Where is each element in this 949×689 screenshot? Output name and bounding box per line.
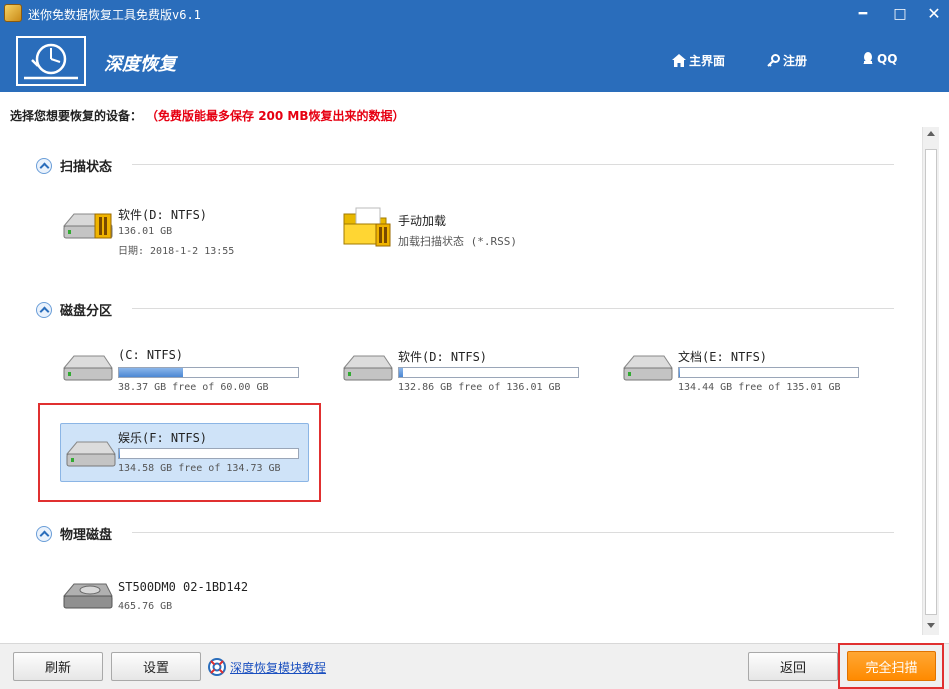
section-scan-status[interactable]: 扫描状态: [36, 156, 112, 175]
scan-state-date: 日期: 2018-1-2 13:55: [118, 246, 235, 257]
section-divider: [132, 164, 894, 165]
disk-name: ST500DM0 02-1BD142: [118, 580, 249, 594]
minimize-button[interactable]: ━: [851, 4, 875, 24]
partition-name: (C: NTFS): [118, 348, 184, 362]
partition-e[interactable]: 文档(E: NTFS) 134.44 GB free of 135.01 GB: [620, 346, 870, 398]
collapse-icon[interactable]: [36, 157, 52, 174]
physical-disk-0[interactable]: ST500DM0 02-1BD142 465.76 GB: [60, 578, 320, 618]
vertical-scrollbar[interactable]: [922, 127, 939, 635]
partition-f-selected[interactable]: 娱乐(F: NTFS) 134.58 GB free of 134.73 GB: [60, 423, 309, 482]
scroll-down-icon[interactable]: [927, 623, 935, 628]
manual-load-name: 手动加载: [398, 214, 447, 228]
nav-home[interactable]: 主界面: [672, 52, 725, 69]
brand-title: 深度恢复: [104, 54, 176, 75]
usage-bar: [678, 367, 859, 378]
help-lifebuoy-icon: [208, 658, 226, 676]
partition-free: 134.58 GB free of 134.73 GB: [118, 463, 281, 474]
maximize-button[interactable]: □: [888, 4, 912, 24]
app-window: 迷你免数据恢复工具免费版v6.1 ━ □ ✕ 深度恢复 主界面 注册 QQ 选择…: [0, 0, 949, 689]
drive-warning-icon: [62, 213, 113, 239]
hard-drive-icon: [62, 355, 113, 381]
usage-bar: [118, 448, 299, 459]
app-logo-icon: [4, 4, 22, 22]
section-divider: [132, 532, 894, 533]
scroll-up-icon[interactable]: [927, 131, 935, 136]
partition-name: 文档(E: NTFS): [678, 350, 768, 364]
partition-free: 132.86 GB free of 136.01 GB: [398, 382, 561, 393]
usage-bar: [398, 367, 579, 378]
key-icon: [767, 54, 780, 67]
window-title: 迷你免数据恢复工具免费版v6.1: [28, 8, 201, 22]
scan-state-name: 软件(D: NTFS): [118, 208, 208, 222]
refresh-button[interactable]: 刷新: [13, 652, 103, 681]
hard-drive-icon: [342, 355, 393, 381]
collapse-icon[interactable]: [36, 525, 52, 542]
settings-button[interactable]: 设置: [111, 652, 201, 681]
disk-size: 465.76 GB: [118, 601, 173, 612]
tutorial-link-wrap[interactable]: 深度恢复模块教程: [208, 658, 326, 676]
physical-disk-icon: [62, 583, 113, 609]
home-icon: [672, 54, 686, 67]
section-scan-status-title: 扫描状态: [60, 160, 113, 175]
hard-drive-icon: [622, 355, 673, 381]
nav-register[interactable]: 注册: [767, 52, 807, 69]
recovery-logo-icon: [16, 36, 86, 86]
close-button[interactable]: ✕: [922, 4, 946, 24]
usage-bar: [118, 367, 299, 378]
manual-load-desc: 加载扫描状态 (*.RSS): [398, 235, 517, 248]
qq-icon: [863, 52, 873, 64]
back-button[interactable]: 返回: [748, 652, 838, 681]
collapse-icon[interactable]: [36, 301, 52, 318]
section-physical-disk[interactable]: 物理磁盘: [36, 524, 112, 543]
bottom-toolbar: 刷新 设置 深度恢复模块教程 返回: [0, 643, 949, 689]
nav-home-label: 主界面: [689, 54, 726, 68]
partition-free: 134.44 GB free of 135.01 GB: [678, 382, 841, 393]
hard-drive-icon: [65, 441, 116, 467]
title-bar: 迷你免数据恢复工具免费版v6.1 ━ □ ✕: [0, 0, 949, 28]
full-scan-button[interactable]: 完全扫描: [847, 651, 936, 681]
scan-state-software-d[interactable]: 软件(D: NTFS) 136.01 GB 日期: 2018-1-2 13:55: [60, 204, 300, 260]
nav-qq[interactable]: QQ: [862, 52, 897, 66]
partition-name: 娱乐(F: NTFS): [118, 431, 208, 445]
instruction-line: 选择您想要恢复的设备： （免费版能最多保存 200 MB恢复出来的数据）: [10, 107, 405, 124]
section-partitions[interactable]: 磁盘分区: [36, 300, 112, 319]
folder-load-icon: [343, 207, 391, 247]
partition-d[interactable]: 软件(D: NTFS) 132.86 GB free of 136.01 GB: [340, 346, 590, 398]
free-limit-warning: （免费版能最多保存 200 MB恢复出来的数据）: [152, 109, 405, 123]
header-banner: 深度恢复 主界面 注册 QQ: [0, 28, 949, 92]
instruction-text: 选择您想要恢复的设备：: [10, 109, 143, 123]
section-partitions-title: 磁盘分区: [60, 304, 113, 319]
manual-load-item[interactable]: 手动加载 加载扫描状态 (*.RSS): [340, 204, 580, 260]
section-physical-title: 物理磁盘: [60, 528, 113, 543]
nav-qq-label: QQ: [877, 52, 898, 66]
partition-free: 38.37 GB free of 60.00 GB: [118, 382, 269, 393]
partition-c[interactable]: (C: NTFS) 38.37 GB free of 60.00 GB: [60, 346, 310, 398]
nav-register-label: 注册: [783, 54, 808, 68]
scroll-thumb[interactable]: [925, 149, 937, 615]
partition-name: 软件(D: NTFS): [398, 350, 488, 364]
section-divider: [132, 308, 894, 309]
tutorial-link[interactable]: 深度恢复模块教程: [230, 659, 326, 676]
scan-state-size: 136.01 GB: [118, 226, 173, 237]
